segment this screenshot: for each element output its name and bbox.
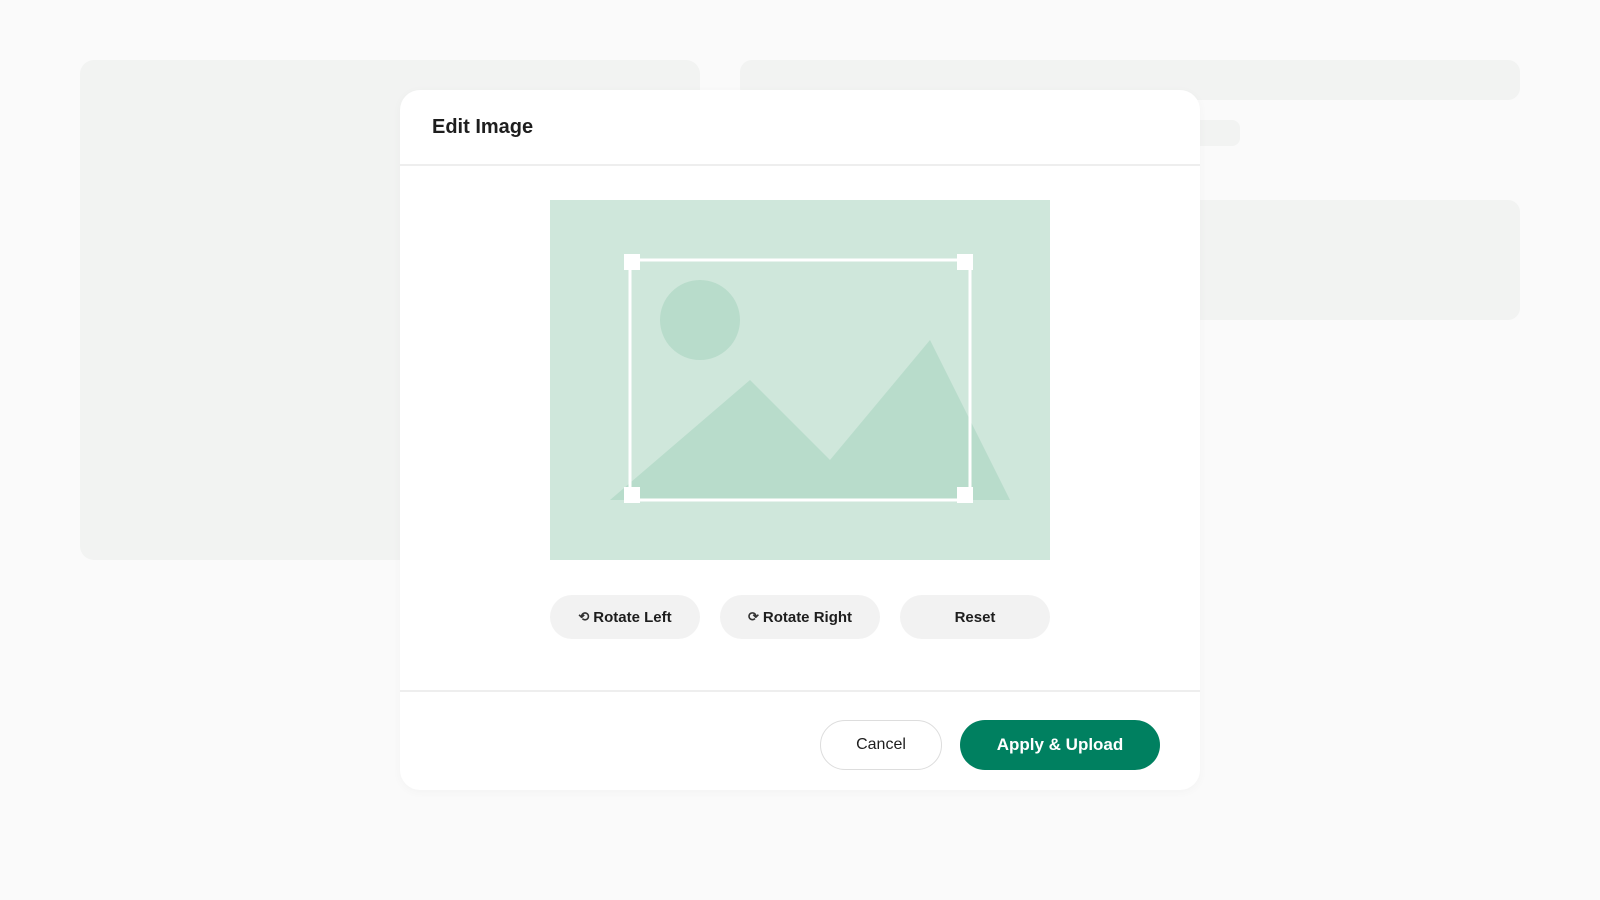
crop-handle-bottom-right[interactable] [957,487,973,503]
apply-upload-button[interactable]: Apply & Upload [960,720,1160,770]
rotate-right-label: Rotate Right [762,608,853,626]
cancel-button[interactable]: Cancel [820,720,942,770]
rotate-right-button[interactable]: ⟳ Rotate Right [720,595,880,639]
editor-toolbar: ⟲ Rotate Left ⟳ Rotate Right Reset [550,595,1050,639]
image-editor-canvas[interactable] [550,200,1050,560]
dialog-header: Edit Image [400,90,1200,166]
edit-image-dialog: Edit Image ⟲ Rotate Left ⟳ Rotate Right [400,90,1200,790]
background-panel-right [1180,200,1520,320]
dialog-title: Edit Image [432,115,534,138]
rotate-left-label: Rotate Left [593,608,672,626]
reset-label: Reset [954,608,996,626]
crop-handle-bottom-left[interactable] [624,487,640,503]
dialog-footer: Cancel Apply & Upload [400,690,1200,790]
crop-handle-top-right[interactable] [957,254,973,270]
reset-button[interactable]: Reset [900,595,1050,639]
rotate-left-button[interactable]: ⟲ Rotate Left [550,595,700,639]
rotate-left-icon: ⟲ [578,609,590,624]
rotate-right-icon: ⟳ [747,609,759,624]
crop-handle-top-left[interactable] [624,254,640,270]
